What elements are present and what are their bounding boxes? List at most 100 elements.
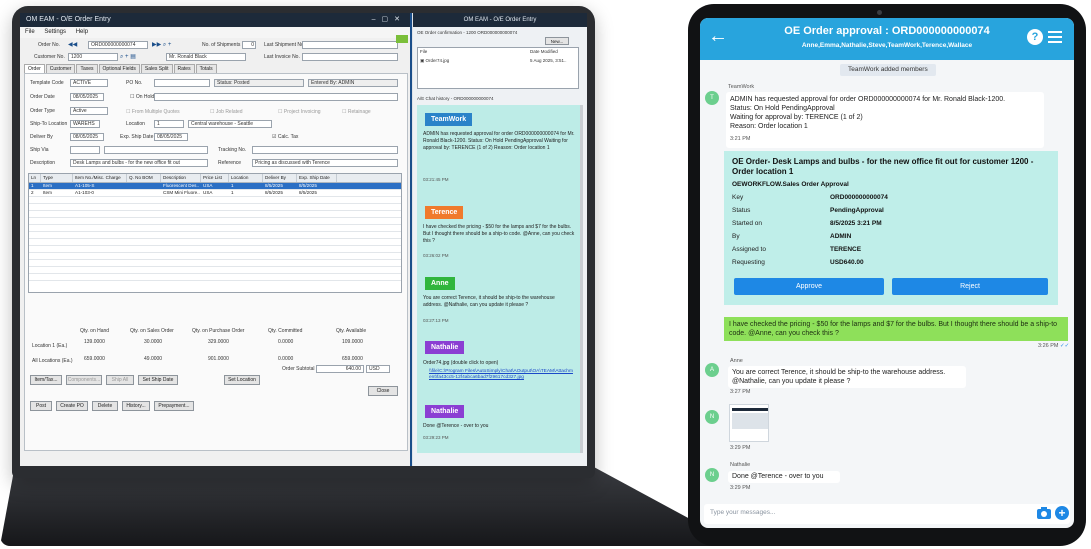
attachment-link[interactable]: \\file\C:\Program Files\AutoSimply\Chat\… <box>429 369 573 381</box>
tab-totals[interactable]: Totals <box>195 64 217 73</box>
close-button[interactable]: Close <box>368 386 398 396</box>
exp-ship-field[interactable]: 08/05/2025 <box>154 133 188 141</box>
deliver-by-field[interactable]: 08/05/2025 <box>70 133 104 141</box>
create-po-button[interactable]: Create PO <box>56 401 88 411</box>
table-row <box>29 204 401 211</box>
list-item[interactable]: ▣ Order74.jpg <box>420 58 449 64</box>
message-time: 03:26:02 PM <box>423 253 449 258</box>
chat-members[interactable]: Anne,Emma,Nathalie,Steve,TeamWork,Terenc… <box>740 42 1034 49</box>
thumb-body <box>732 413 768 429</box>
table-row[interactable]: 1 Item A1-105-S Fluorescent Des.. USA 1 … <box>29 183 401 190</box>
customer-finder-icon[interactable]: ⌕ + ▤ <box>120 53 136 61</box>
ship-to-field[interactable]: WAREHS <box>70 120 100 128</box>
chat-message: ADMIN has requested approval for order O… <box>423 131 575 151</box>
chat-message: You are correct Terence, it should be sh… <box>423 295 555 308</box>
help-icon[interactable]: ? <box>1027 29 1043 45</box>
sender-name: Nathalie <box>730 462 751 468</box>
last-shipment-field <box>302 41 398 49</box>
qty-value: 109.0000 <box>342 339 363 345</box>
window-controls[interactable]: –▢✕ <box>372 15 406 23</box>
tab-order[interactable]: Order <box>24 64 45 73</box>
table-row[interactable]: 2 Item A1-103-0 CSM Mini Fluore.. USA 1 … <box>29 190 401 197</box>
back-arrow-icon[interactable]: ← <box>708 26 728 46</box>
set-ship-date-button[interactable]: Set Ship Date <box>138 375 178 385</box>
menu-settings[interactable]: Settings <box>44 29 66 35</box>
history-button[interactable]: History... <box>122 401 150 411</box>
grid-col-price-list[interactable]: Price List <box>201 174 229 182</box>
last-invoice-field <box>302 53 398 61</box>
order-no-field[interactable]: ORD000000000074 <box>88 41 148 49</box>
tablet-camera-icon <box>877 10 882 15</box>
message-time: 03:21:45 PM <box>423 177 449 182</box>
order-entry-window: OM EAM - O/E Order Entry –▢✕ File Settin… <box>20 13 412 466</box>
table-row <box>29 211 401 218</box>
new-file-button[interactable]: New... <box>545 37 569 45</box>
message-line: Reason: Order location 1 <box>730 123 808 130</box>
set-location-button[interactable]: Set Location <box>224 375 260 385</box>
ship-via-field[interactable] <box>70 146 100 154</box>
qty-on-hand-label: Qty. on Hand <box>80 328 110 334</box>
location-field[interactable]: 1 <box>154 120 184 128</box>
table-row <box>29 232 401 239</box>
retainage-checkbox[interactable]: ☐ Retainage <box>342 109 371 115</box>
po-field[interactable] <box>154 79 210 87</box>
qty-on-po-label: Qty. on Purchase Order <box>192 328 245 334</box>
all-locations-qty-label: All Locations (Ea.) <box>32 358 73 364</box>
order-type-select[interactable]: Active <box>70 107 108 115</box>
tab-sales-split[interactable]: Sales Split <box>140 64 173 73</box>
tab-taxes[interactable]: Taxes <box>76 64 98 73</box>
template-field[interactable]: ACTIVE <box>70 79 108 87</box>
message-input[interactable]: Type your messages... <box>704 504 1070 524</box>
camera-icon[interactable] <box>1036 506 1052 520</box>
menu-file[interactable]: File <box>25 29 35 35</box>
calc-tax-checkbox[interactable]: ☑ Calc. Tax <box>272 134 298 140</box>
grid-col-bom[interactable]: Q. No BOM <box>127 174 161 182</box>
grid-col-type[interactable]: Type <box>41 174 73 182</box>
chat-history-panel[interactable]: TeamWork ADMIN has requested approval fo… <box>417 105 583 453</box>
image-attachment-thumbnail[interactable] <box>729 404 769 442</box>
from-quotes-checkbox[interactable]: ☐ From Multiple Quotes <box>126 109 180 115</box>
grid-cell: USA <box>203 183 213 188</box>
chat-scrollbar[interactable] <box>580 105 583 453</box>
order-date-field[interactable]: 08/05/2025 <box>70 93 104 101</box>
grid-col-exp-ship[interactable]: Exp. Ship Date <box>297 174 337 182</box>
avatar: T <box>705 91 719 105</box>
grid-col-description[interactable]: Description <box>161 174 201 182</box>
nav-first-prev-icon[interactable]: ◀◀ <box>68 41 77 48</box>
description-field[interactable]: Desk Lamps and bulbs - for the new offic… <box>70 159 208 167</box>
grid-cell <box>127 190 161 196</box>
grid-col-item[interactable]: Item No./Misc. Charge <box>73 174 127 182</box>
reference-field[interactable]: Pricing as discussed with Terence <box>252 159 398 167</box>
project-invoicing-checkbox[interactable]: ☐ Project Invoicing <box>278 109 321 115</box>
components-button[interactable]: Components... <box>66 375 102 385</box>
grid-col-location[interactable]: Location <box>229 174 263 182</box>
item-tax-button[interactable]: Item/Tax... <box>30 375 62 385</box>
tab-optional-fields[interactable]: Optional Fields <box>98 64 140 73</box>
prepayment-button[interactable]: Prepayment... <box>154 401 194 411</box>
post-button[interactable]: Post <box>30 401 52 411</box>
customer-no-field[interactable]: 1200 <box>68 53 118 61</box>
on-hold-checkbox[interactable]: ☐ On Hold <box>130 94 154 100</box>
approve-button[interactable]: Approve <box>734 278 884 295</box>
field-value: ORD000000000074 <box>830 194 888 201</box>
grid-col-ln[interactable]: Ln <box>29 174 41 182</box>
reject-button[interactable]: Reject <box>892 278 1048 295</box>
field-key: Key <box>732 194 744 201</box>
nav-next-last-icon[interactable]: ▶▶ ⌕ + <box>152 41 171 49</box>
attachment-list[interactable]: File Date Modified ▣ Order74.jpg 5 Aug 2… <box>417 47 579 89</box>
delete-button[interactable]: Delete <box>92 401 118 411</box>
grid-col-deliver-by[interactable]: Deliver By <box>263 174 297 182</box>
tracking-field[interactable] <box>252 146 398 154</box>
laptop-screen: OM EAM - O/E Order Entry –▢✕ File Settin… <box>20 13 587 466</box>
qty-value: 0.0000 <box>278 339 294 345</box>
on-hold-reason-field[interactable] <box>154 93 398 101</box>
menu-help[interactable]: Help <box>76 29 88 35</box>
ship-all-button[interactable]: Ship All <box>106 375 134 385</box>
tab-customer[interactable]: Customer <box>45 64 76 73</box>
tab-rates[interactable]: Rates <box>173 64 195 73</box>
grid-cell: USA <box>203 190 213 195</box>
hamburger-menu-icon[interactable] <box>1048 29 1062 43</box>
add-attachment-icon[interactable]: + <box>1055 506 1069 520</box>
job-related-checkbox[interactable]: ☐ Job Related <box>210 109 243 115</box>
order-lines-grid[interactable]: Ln Type Item No./Misc. Charge Q. No BOM … <box>28 173 402 293</box>
